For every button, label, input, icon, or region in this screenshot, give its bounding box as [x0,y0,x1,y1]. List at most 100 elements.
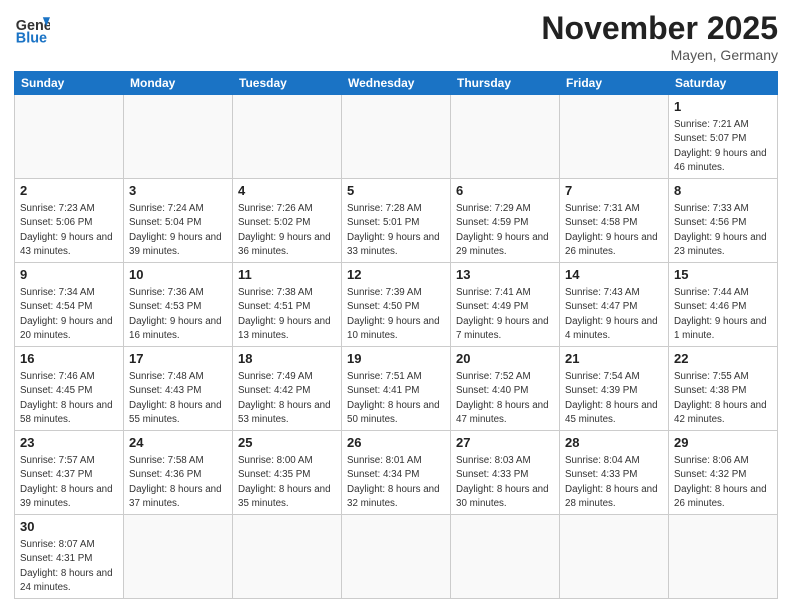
day-number: 18 [238,350,336,368]
day-number: 9 [20,266,118,284]
calendar-cell [342,95,451,179]
day-number: 28 [565,434,663,452]
weekday-header-row: Sunday Monday Tuesday Wednesday Thursday… [15,72,778,95]
header-thursday: Thursday [451,72,560,95]
day-info: Sunrise: 7:21 AM Sunset: 5:07 PM Dayligh… [674,118,772,175]
header: General Blue November 2025 Mayen, German… [14,10,778,63]
day-number: 27 [456,434,554,452]
day-info: Sunrise: 7:26 AM Sunset: 5:02 PM Dayligh… [238,202,336,259]
day-info: Sunrise: 7:46 AM Sunset: 4:45 PM Dayligh… [20,370,118,427]
day-number: 13 [456,266,554,284]
day-info: Sunrise: 7:48 AM Sunset: 4:43 PM Dayligh… [129,370,227,427]
calendar-cell: 12Sunrise: 7:39 AM Sunset: 4:50 PM Dayli… [342,263,451,347]
calendar-cell: 30 Sunrise: 8:07 AM Sunset: 4:31 PM Dayli… [15,515,124,599]
calendar-cell: 27 Sunrise: 8:03 AM Sunset: 4:33 PM Dayli… [451,431,560,515]
logo-icon: General Blue [14,10,50,46]
day-number: 6 [456,182,554,200]
calendar-cell: 19 Sunrise: 7:51 AM Sunset: 4:41 PM Dayli… [342,347,451,431]
day-number: 8 [674,182,772,200]
day-info: Sunrise: 8:07 AM Sunset: 4:31 PM Dayligh… [20,538,118,595]
day-number: 3 [129,182,227,200]
calendar-cell [15,95,124,179]
calendar-cell: 3Sunrise: 7:24 AM Sunset: 5:04 PM Daylig… [124,179,233,263]
day-number: 24 [129,434,227,452]
calendar-cell [560,515,669,599]
day-number: 4 [238,182,336,200]
day-info: Sunrise: 7:33 AM Sunset: 4:56 PM Dayligh… [674,202,772,259]
day-info: Sunrise: 7:34 AM Sunset: 4:54 PM Dayligh… [20,286,118,343]
calendar-cell: 18Sunrise: 7:49 AM Sunset: 4:42 PM Dayli… [233,347,342,431]
day-info: Sunrise: 7:55 AM Sunset: 4:38 PM Dayligh… [674,370,772,427]
day-number: 12 [347,266,445,284]
day-number: 2 [20,182,118,200]
day-info: Sunrise: 7:57 AM Sunset: 4:37 PM Dayligh… [20,454,118,511]
day-number: 19 [347,350,445,368]
calendar-cell [233,515,342,599]
day-number: 22 [674,350,772,368]
day-info: Sunrise: 7:38 AM Sunset: 4:51 PM Dayligh… [238,286,336,343]
calendar-cell: 26Sunrise: 8:01 AM Sunset: 4:34 PM Dayli… [342,431,451,515]
day-number: 21 [565,350,663,368]
calendar-cell: 16 Sunrise: 7:46 AM Sunset: 4:45 PM Dayli… [15,347,124,431]
header-tuesday: Tuesday [233,72,342,95]
calendar-cell [233,95,342,179]
day-info: Sunrise: 7:51 AM Sunset: 4:41 PM Dayligh… [347,370,445,427]
day-info: Sunrise: 7:31 AM Sunset: 4:58 PM Dayligh… [565,202,663,259]
day-number: 7 [565,182,663,200]
calendar-cell: 29 Sunrise: 8:06 AM Sunset: 4:32 PM Dayli… [669,431,778,515]
day-number: 16 [20,350,118,368]
calendar-cell: 1 Sunrise: 7:21 AM Sunset: 5:07 PM Daylig… [669,95,778,179]
header-sunday: Sunday [15,72,124,95]
day-info: Sunrise: 8:06 AM Sunset: 4:32 PM Dayligh… [674,454,772,511]
month-title: November 2025 [541,10,778,47]
calendar-cell [451,515,560,599]
calendar-cell [560,95,669,179]
day-info: Sunrise: 7:58 AM Sunset: 4:36 PM Dayligh… [129,454,227,511]
calendar-cell: 8 Sunrise: 7:33 AM Sunset: 4:56 PM Daylig… [669,179,778,263]
day-number: 15 [674,266,772,284]
day-number: 20 [456,350,554,368]
calendar-cell: 21 Sunrise: 7:54 AM Sunset: 4:39 PM Dayli… [560,347,669,431]
day-info: Sunrise: 7:43 AM Sunset: 4:47 PM Dayligh… [565,286,663,343]
day-info: Sunrise: 8:03 AM Sunset: 4:33 PM Dayligh… [456,454,554,511]
day-info: Sunrise: 7:29 AM Sunset: 4:59 PM Dayligh… [456,202,554,259]
calendar-cell: 20Sunrise: 7:52 AM Sunset: 4:40 PM Dayli… [451,347,560,431]
calendar-cell [124,515,233,599]
calendar-cell: 24 Sunrise: 7:58 AM Sunset: 4:36 PM Dayli… [124,431,233,515]
calendar-cell: 13Sunrise: 7:41 AM Sunset: 4:49 PM Dayli… [451,263,560,347]
day-number: 25 [238,434,336,452]
day-number: 30 [20,518,118,536]
day-info: Sunrise: 7:23 AM Sunset: 5:06 PM Dayligh… [20,202,118,259]
calendar-cell: 14 Sunrise: 7:43 AM Sunset: 4:47 PM Dayli… [560,263,669,347]
day-number: 29 [674,434,772,452]
calendar-cell: 22 Sunrise: 7:55 AM Sunset: 4:38 PM Dayli… [669,347,778,431]
day-number: 14 [565,266,663,284]
calendar-cell: 2 Sunrise: 7:23 AM Sunset: 5:06 PM Daylig… [15,179,124,263]
page: General Blue November 2025 Mayen, German… [0,0,792,612]
calendar-cell: 6 Sunrise: 7:29 AM Sunset: 4:59 PM Daylig… [451,179,560,263]
day-number: 23 [20,434,118,452]
day-info: Sunrise: 8:00 AM Sunset: 4:35 PM Dayligh… [238,454,336,511]
logo: General Blue [14,10,50,46]
calendar-cell: 23 Sunrise: 7:57 AM Sunset: 4:37 PM Dayli… [15,431,124,515]
day-info: Sunrise: 8:01 AM Sunset: 4:34 PM Dayligh… [347,454,445,511]
day-info: Sunrise: 7:44 AM Sunset: 4:46 PM Dayligh… [674,286,772,343]
day-number: 1 [674,98,772,116]
day-number: 11 [238,266,336,284]
calendar-cell: 15 Sunrise: 7:44 AM Sunset: 4:46 PM Dayli… [669,263,778,347]
day-info: Sunrise: 8:04 AM Sunset: 4:33 PM Dayligh… [565,454,663,511]
day-number: 10 [129,266,227,284]
calendar-cell [451,95,560,179]
calendar-cell: 11 Sunrise: 7:38 AM Sunset: 4:51 PM Dayli… [233,263,342,347]
day-info: Sunrise: 7:54 AM Sunset: 4:39 PM Dayligh… [565,370,663,427]
calendar-cell [124,95,233,179]
calendar-cell: 5Sunrise: 7:28 AM Sunset: 5:01 PM Daylig… [342,179,451,263]
calendar-cell: 28 Sunrise: 8:04 AM Sunset: 4:33 PM Dayli… [560,431,669,515]
header-saturday: Saturday [669,72,778,95]
title-block: November 2025 Mayen, Germany [541,10,778,63]
day-number: 17 [129,350,227,368]
header-monday: Monday [124,72,233,95]
calendar-cell: 7 Sunrise: 7:31 AM Sunset: 4:58 PM Daylig… [560,179,669,263]
calendar-cell: 17 Sunrise: 7:48 AM Sunset: 4:43 PM Dayli… [124,347,233,431]
calendar-cell: 9 Sunrise: 7:34 AM Sunset: 4:54 PM Daylig… [15,263,124,347]
